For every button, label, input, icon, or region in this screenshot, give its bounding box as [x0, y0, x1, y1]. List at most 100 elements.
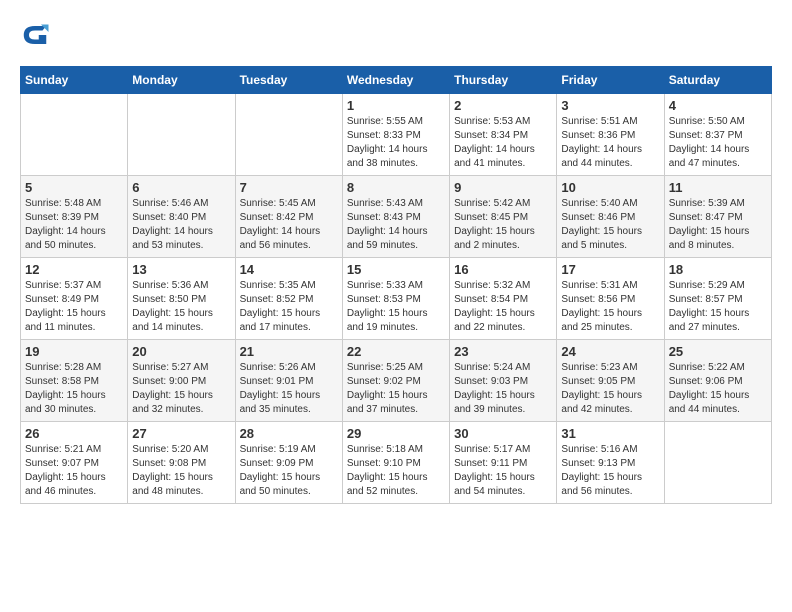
- calendar-cell: 8Sunrise: 5:43 AM Sunset: 8:43 PM Daylig…: [342, 176, 449, 258]
- day-info: Sunrise: 5:48 AM Sunset: 8:39 PM Dayligh…: [25, 197, 123, 253]
- day-info: Sunrise: 5:50 AM Sunset: 8:37 PM Dayligh…: [669, 115, 767, 171]
- day-number: 28: [240, 426, 338, 441]
- weekday-header: Sunday: [21, 67, 128, 94]
- day-number: 10: [561, 180, 659, 195]
- day-info: Sunrise: 5:55 AM Sunset: 8:33 PM Dayligh…: [347, 115, 445, 171]
- day-info: Sunrise: 5:23 AM Sunset: 9:05 PM Dayligh…: [561, 361, 659, 417]
- day-number: 21: [240, 344, 338, 359]
- day-number: 1: [347, 98, 445, 113]
- day-info: Sunrise: 5:16 AM Sunset: 9:13 PM Dayligh…: [561, 443, 659, 499]
- day-number: 26: [25, 426, 123, 441]
- calendar-cell: 1 Sunrise: 5:55 AM Sunset: 8:33 PM Daylig…: [342, 94, 449, 176]
- calendar-week-row: 19 Sunrise: 5:28 AM Sunset: 8:58 PM Dayli…: [21, 340, 772, 422]
- day-info: Sunrise: 5:51 AM Sunset: 8:36 PM Dayligh…: [561, 115, 659, 171]
- day-info: Sunrise: 5:36 AM Sunset: 8:50 PM Dayligh…: [132, 279, 230, 335]
- day-info: Sunrise: 5:45 AM Sunset: 8:42 PM Dayligh…: [240, 197, 338, 253]
- calendar-cell: 6 Sunrise: 5:46 AM Sunset: 8:40 PM Daylig…: [128, 176, 235, 258]
- day-info: Sunrise: 5:29 AM Sunset: 8:57 PM Dayligh…: [669, 279, 767, 335]
- calendar-cell: 21 Sunrise: 5:26 AM Sunset: 9:01 PM Dayli…: [235, 340, 342, 422]
- day-info: Sunrise: 5:31 AM Sunset: 8:56 PM Dayligh…: [561, 279, 659, 335]
- day-info: Sunrise: 5:24 AM Sunset: 9:03 PM Dayligh…: [454, 361, 552, 417]
- calendar-header: SundayMondayTuesdayWednesdayThursdayFrid…: [21, 67, 772, 94]
- day-number: 7: [240, 180, 338, 195]
- calendar-cell: 3 Sunrise: 5:51 AM Sunset: 8:36 PM Daylig…: [557, 94, 664, 176]
- day-number: 14: [240, 262, 338, 277]
- calendar-week-row: 12 Sunrise: 5:37 AM Sunset: 8:49 PM Dayli…: [21, 258, 772, 340]
- day-number: 19: [25, 344, 123, 359]
- calendar-cell: [21, 94, 128, 176]
- logo-icon: [20, 20, 50, 50]
- calendar-cell: 19 Sunrise: 5:28 AM Sunset: 8:58 PM Dayli…: [21, 340, 128, 422]
- day-info: Sunrise: 5:25 AM Sunset: 9:02 PM Dayligh…: [347, 361, 445, 417]
- day-number: 12: [25, 262, 123, 277]
- calendar-cell: 30 Sunrise: 5:17 AM Sunset: 9:11 PM Dayli…: [450, 422, 557, 504]
- calendar-cell: 26 Sunrise: 5:21 AM Sunset: 9:07 PM Dayli…: [21, 422, 128, 504]
- day-number: 3: [561, 98, 659, 113]
- day-number: 2: [454, 98, 552, 113]
- day-info: Sunrise: 5:42 AM Sunset: 8:45 PM Dayligh…: [454, 197, 552, 253]
- day-info: Sunrise: 5:26 AM Sunset: 9:01 PM Dayligh…: [240, 361, 338, 417]
- day-info: Sunrise: 5:28 AM Sunset: 8:58 PM Dayligh…: [25, 361, 123, 417]
- calendar-cell: 22Sunrise: 5:25 AM Sunset: 9:02 PM Dayli…: [342, 340, 449, 422]
- calendar-cell: 17 Sunrise: 5:31 AM Sunset: 8:56 PM Dayli…: [557, 258, 664, 340]
- day-info: Sunrise: 5:22 AM Sunset: 9:06 PM Dayligh…: [669, 361, 767, 417]
- day-number: 15: [347, 262, 445, 277]
- day-number: 13: [132, 262, 230, 277]
- calendar-cell: 24 Sunrise: 5:23 AM Sunset: 9:05 PM Dayli…: [557, 340, 664, 422]
- calendar-cell: [235, 94, 342, 176]
- calendar-cell: 15 Sunrise: 5:33 AM Sunset: 8:53 PM Dayli…: [342, 258, 449, 340]
- day-number: 24: [561, 344, 659, 359]
- weekday-header: Wednesday: [342, 67, 449, 94]
- calendar-cell: 27 Sunrise: 5:20 AM Sunset: 9:08 PM Dayli…: [128, 422, 235, 504]
- calendar-cell: 28 Sunrise: 5:19 AM Sunset: 9:09 PM Dayli…: [235, 422, 342, 504]
- calendar-body: 1 Sunrise: 5:55 AM Sunset: 8:33 PM Daylig…: [21, 94, 772, 504]
- calendar-cell: 23 Sunrise: 5:24 AM Sunset: 9:03 PM Dayli…: [450, 340, 557, 422]
- day-number: 18: [669, 262, 767, 277]
- calendar-cell: 2 Sunrise: 5:53 AM Sunset: 8:34 PM Daylig…: [450, 94, 557, 176]
- day-number: 17: [561, 262, 659, 277]
- calendar-cell: 16 Sunrise: 5:32 AM Sunset: 8:54 PM Dayli…: [450, 258, 557, 340]
- day-number: 6: [132, 180, 230, 195]
- day-info: Sunrise: 5:18 AM Sunset: 9:10 PM Dayligh…: [347, 443, 445, 499]
- calendar-cell: 11 Sunrise: 5:39 AM Sunset: 8:47 PM Dayli…: [664, 176, 771, 258]
- calendar-cell: 10 Sunrise: 5:40 AM Sunset: 8:46 PM Dayli…: [557, 176, 664, 258]
- calendar: SundayMondayTuesdayWednesdayThursdayFrid…: [20, 66, 772, 504]
- day-info: Sunrise: 5:21 AM Sunset: 9:07 PM Dayligh…: [25, 443, 123, 499]
- calendar-cell: [128, 94, 235, 176]
- day-info: Sunrise: 5:17 AM Sunset: 9:11 PM Dayligh…: [454, 443, 552, 499]
- day-number: 23: [454, 344, 552, 359]
- day-info: Sunrise: 5:35 AM Sunset: 8:52 PM Dayligh…: [240, 279, 338, 335]
- day-number: 29: [347, 426, 445, 441]
- calendar-week-row: 5 Sunrise: 5:48 AM Sunset: 8:39 PM Daylig…: [21, 176, 772, 258]
- weekday-header: Tuesday: [235, 67, 342, 94]
- day-number: 5: [25, 180, 123, 195]
- weekday-header: Friday: [557, 67, 664, 94]
- day-number: 30: [454, 426, 552, 441]
- calendar-cell: 7 Sunrise: 5:45 AM Sunset: 8:42 PM Daylig…: [235, 176, 342, 258]
- calendar-cell: 5 Sunrise: 5:48 AM Sunset: 8:39 PM Daylig…: [21, 176, 128, 258]
- calendar-week-row: 26 Sunrise: 5:21 AM Sunset: 9:07 PM Dayli…: [21, 422, 772, 504]
- weekday-header: Saturday: [664, 67, 771, 94]
- day-number: 4: [669, 98, 767, 113]
- day-number: 11: [669, 180, 767, 195]
- calendar-cell: 20Sunrise: 5:27 AM Sunset: 9:00 PM Dayli…: [128, 340, 235, 422]
- day-number: 9: [454, 180, 552, 195]
- calendar-cell: 13 Sunrise: 5:36 AM Sunset: 8:50 PM Dayli…: [128, 258, 235, 340]
- day-info: Sunrise: 5:46 AM Sunset: 8:40 PM Dayligh…: [132, 197, 230, 253]
- day-info: Sunrise: 5:39 AM Sunset: 8:47 PM Dayligh…: [669, 197, 767, 253]
- logo: [20, 20, 54, 50]
- day-info: Sunrise: 5:40 AM Sunset: 8:46 PM Dayligh…: [561, 197, 659, 253]
- day-info: Sunrise: 5:27 AM Sunset: 9:00 PM Dayligh…: [132, 361, 230, 417]
- day-info: Sunrise: 5:33 AM Sunset: 8:53 PM Dayligh…: [347, 279, 445, 335]
- day-number: 16: [454, 262, 552, 277]
- calendar-week-row: 1 Sunrise: 5:55 AM Sunset: 8:33 PM Daylig…: [21, 94, 772, 176]
- calendar-cell: 14 Sunrise: 5:35 AM Sunset: 8:52 PM Dayli…: [235, 258, 342, 340]
- day-number: 8: [347, 180, 445, 195]
- day-info: Sunrise: 5:53 AM Sunset: 8:34 PM Dayligh…: [454, 115, 552, 171]
- day-info: Sunrise: 5:37 AM Sunset: 8:49 PM Dayligh…: [25, 279, 123, 335]
- day-info: Sunrise: 5:19 AM Sunset: 9:09 PM Dayligh…: [240, 443, 338, 499]
- day-number: 27: [132, 426, 230, 441]
- day-info: Sunrise: 5:32 AM Sunset: 8:54 PM Dayligh…: [454, 279, 552, 335]
- calendar-cell: 4 Sunrise: 5:50 AM Sunset: 8:37 PM Daylig…: [664, 94, 771, 176]
- day-info: Sunrise: 5:20 AM Sunset: 9:08 PM Dayligh…: [132, 443, 230, 499]
